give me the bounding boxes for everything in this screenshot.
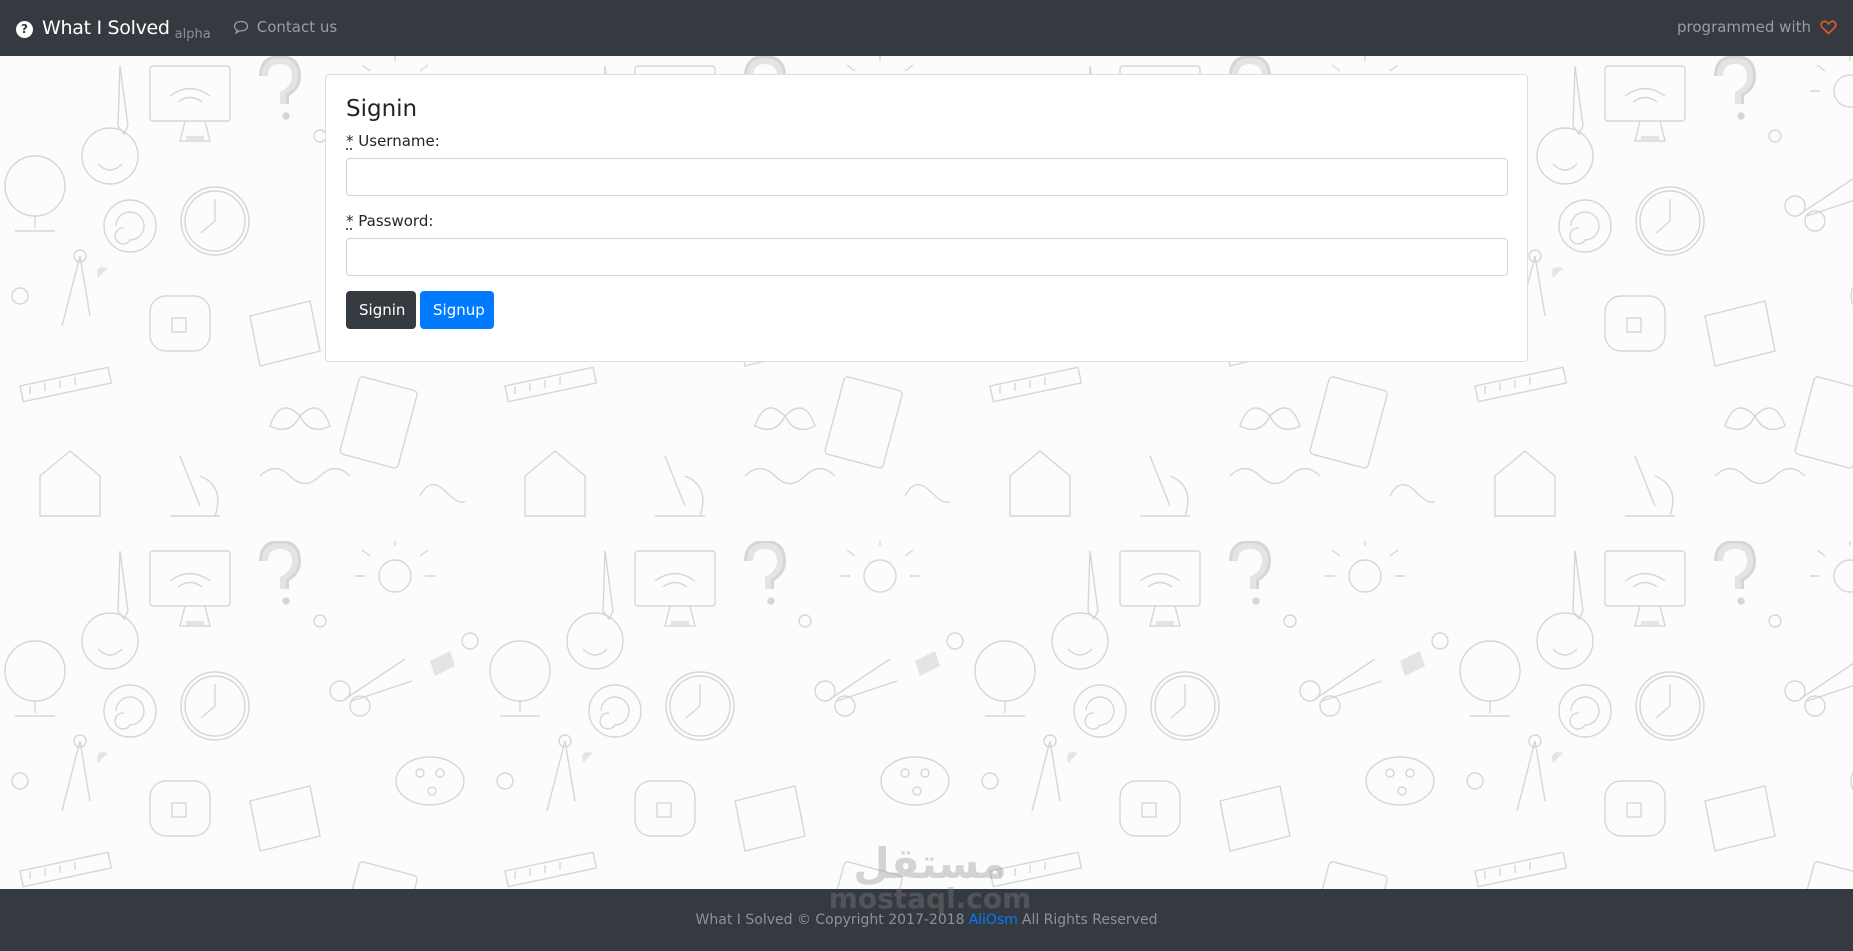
password-label: * Password: xyxy=(346,211,1507,231)
contact-us-label: Contact us xyxy=(256,18,338,36)
contact-us-link[interactable]: Contact us xyxy=(233,18,337,36)
chat-bubble-icon xyxy=(233,20,248,34)
signin-card: Signin * Username: * Password: Signin Si… xyxy=(325,74,1528,362)
page-title: Signin xyxy=(346,96,418,122)
footer: What I Solved © Copyright 2017-2018 AliO… xyxy=(0,889,1853,951)
top-navbar: ? What I Solved alpha Contact us program… xyxy=(0,0,1853,56)
password-group: * Password: xyxy=(346,211,1508,276)
username-input[interactable] xyxy=(346,158,1508,196)
programmed-with: programmed with xyxy=(1677,18,1837,36)
footer-copyright: What I Solved © Copyright 2017-2018 xyxy=(695,912,965,928)
brand-name: What I Solved xyxy=(42,17,170,39)
username-label-text: Username: xyxy=(358,132,440,150)
username-group: * Username: xyxy=(346,131,1508,196)
heart-icon xyxy=(1820,20,1837,35)
question-circle-icon: ? xyxy=(16,20,33,38)
required-marker: * xyxy=(346,132,354,150)
form-actions: Signin Signup xyxy=(346,291,1507,329)
brand-tag: alpha xyxy=(174,27,211,42)
password-input[interactable] xyxy=(346,238,1508,276)
password-label-text: Password: xyxy=(358,212,434,230)
footer-author-link[interactable]: AliOsm xyxy=(969,912,1018,928)
signup-button[interactable]: Signup xyxy=(420,291,494,329)
required-marker: * xyxy=(346,212,354,230)
signin-button[interactable]: Signin xyxy=(346,291,416,329)
brand-link[interactable]: ? What I Solved alpha xyxy=(16,17,211,42)
footer-rights: All Rights Reserved xyxy=(1021,912,1158,928)
username-label: * Username: xyxy=(346,131,1507,151)
programmed-with-text: programmed with xyxy=(1677,18,1811,36)
